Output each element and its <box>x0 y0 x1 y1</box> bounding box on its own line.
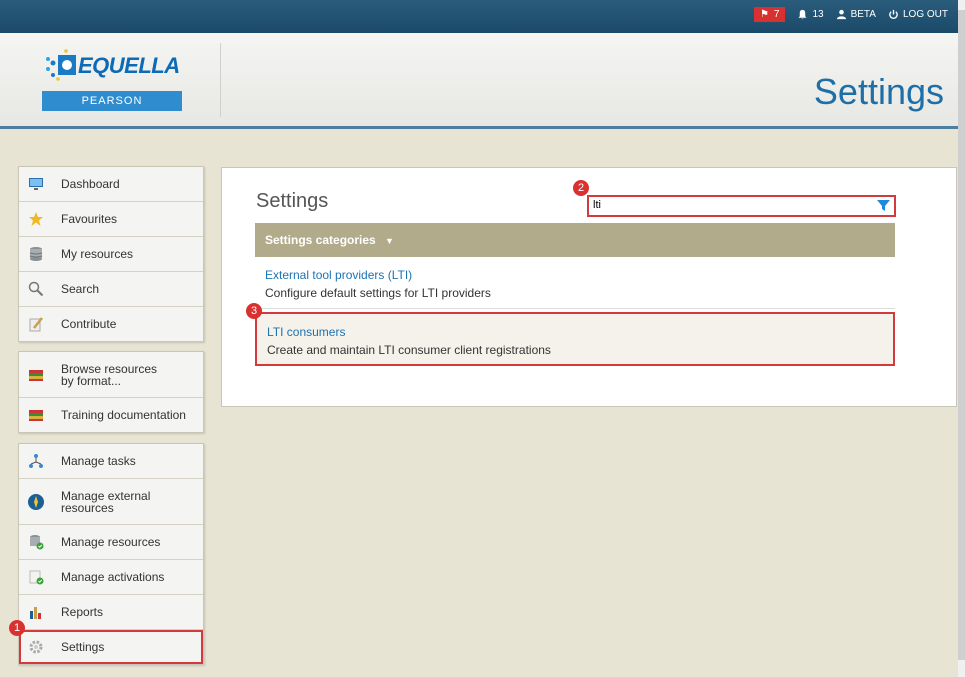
logout-button[interactable]: LOG OUT <box>888 9 948 20</box>
nav-item-reports[interactable]: Reports <box>19 595 203 630</box>
gear-icon <box>27 638 45 656</box>
notifications-count: 13 <box>812 9 824 20</box>
settings-title: Settings <box>256 190 329 212</box>
step-marker-1: 1 <box>9 620 25 636</box>
nav-item-manage-resources[interactable]: Manage resources <box>19 525 203 560</box>
flag-icon: ⚑ <box>759 9 769 20</box>
nav-group-manage: Manage tasks Manage external resources M… <box>18 443 204 665</box>
star-icon <box>27 210 45 228</box>
user-button[interactable]: BETA <box>836 9 876 20</box>
magnifier-icon <box>27 280 45 298</box>
nav-item-label: Browse resources by format... <box>61 361 158 388</box>
clipboard-check-icon <box>27 568 45 586</box>
settings-categories-dropdown[interactable]: Settings categories ▼ <box>255 223 895 257</box>
settings-filter <box>587 195 896 217</box>
lti-consumers-desc: Create and maintain LTI consumer client … <box>267 343 551 357</box>
nav-item-dashboard[interactable]: Dashboard <box>19 167 203 202</box>
step-marker-3: 3 <box>246 303 262 319</box>
database-icon <box>27 245 45 263</box>
equella-logo[interactable]: EQUELLA PEARSON <box>42 43 182 113</box>
nav-item-label: Settings <box>61 640 105 654</box>
nav-item-label: Manage external resources <box>61 488 151 515</box>
settings-panel: Settings Settings categories ▼ External … <box>221 167 957 407</box>
user-icon <box>836 9 846 20</box>
scrollbar-thumb[interactable] <box>958 10 965 660</box>
lti-consumers-link[interactable]: LTI consumers <box>267 325 883 339</box>
pencil-icon <box>27 315 45 333</box>
settings-filter-input[interactable] <box>589 197 867 213</box>
logo-word: EQUELLA <box>42 43 182 89</box>
nav-item-manage-activations[interactable]: Manage activations <box>19 560 203 595</box>
books-icon <box>27 406 45 424</box>
nav-item-label: My resources <box>61 247 134 261</box>
page-title: Settings <box>813 71 944 112</box>
flag-notification-button[interactable]: ⚑ 7 <box>753 7 786 22</box>
nav-item-my-resources[interactable]: My resources <box>19 237 203 272</box>
monitor-icon <box>27 175 45 193</box>
nav-item-search[interactable]: Search <box>19 272 203 307</box>
filter-funnel-icon[interactable] <box>877 199 890 212</box>
nav-item-settings[interactable]: Settings <box>19 630 203 664</box>
settings-row-lti-consumers: LTI consumers Create and maintain LTI co… <box>255 312 895 366</box>
top-bar: ⚑ 7 13 BETA LOG OUT <box>0 0 958 33</box>
nav-group-browse: Browse resources by format... Training d… <box>18 351 204 433</box>
top-tools: ⚑ 7 13 BETA LOG OUT <box>753 7 948 22</box>
step-marker-2: 2 <box>573 180 589 196</box>
nav-group-main: Dashboard Favourites My resources Search… <box>18 166 204 342</box>
notifications-button[interactable]: 13 <box>797 9 824 20</box>
nav-item-label: Search <box>61 282 100 296</box>
nav-item-label: Dashboard <box>61 177 120 191</box>
bell-icon <box>798 9 808 20</box>
nav-item-label: Contribute <box>61 317 117 331</box>
database-check-icon <box>27 533 45 551</box>
nav-item-label: Training documentation <box>61 408 186 422</box>
settings-row-lti-providers: External tool providers (LTI) Configure … <box>255 257 895 309</box>
power-icon <box>889 9 898 19</box>
page-scrollbar[interactable] <box>958 0 965 677</box>
nav-item-label: Favourites <box>61 212 118 226</box>
nav-item-label: Manage activations <box>61 570 165 584</box>
chevron-down-icon: ▼ <box>385 236 394 246</box>
logo-subtitle: PEARSON <box>42 91 182 111</box>
bar-chart-icon <box>27 603 45 621</box>
logo-text: EQUELLA <box>78 53 180 78</box>
nav-item-contribute[interactable]: Contribute <box>19 307 203 341</box>
nav-item-label: Reports <box>61 605 104 619</box>
workflow-icon <box>27 452 45 470</box>
nav-item-training-documentation[interactable]: Training documentation <box>19 398 203 432</box>
user-label: BETA <box>850 9 876 20</box>
books-icon <box>27 366 45 384</box>
nav-item-manage-external-resources[interactable]: Manage external resources <box>19 479 203 525</box>
nav-item-manage-tasks[interactable]: Manage tasks <box>19 444 203 479</box>
compass-icon <box>27 493 45 511</box>
header: EQUELLA PEARSON Settings <box>0 33 958 129</box>
lti-providers-desc: Configure default settings for LTI provi… <box>265 286 491 300</box>
logout-label: LOG OUT <box>902 9 948 20</box>
nav-item-label: Manage tasks <box>61 454 136 468</box>
flag-count: 7 <box>773 9 780 20</box>
nav-item-label: Manage resources <box>61 535 161 549</box>
nav-item-browse-by-format[interactable]: Browse resources by format... <box>19 352 203 398</box>
header-divider <box>220 43 221 117</box>
categories-header-label: Settings categories <box>265 233 376 247</box>
nav-item-favourites[interactable]: Favourites <box>19 202 203 237</box>
lti-providers-link[interactable]: External tool providers (LTI) <box>265 268 885 282</box>
